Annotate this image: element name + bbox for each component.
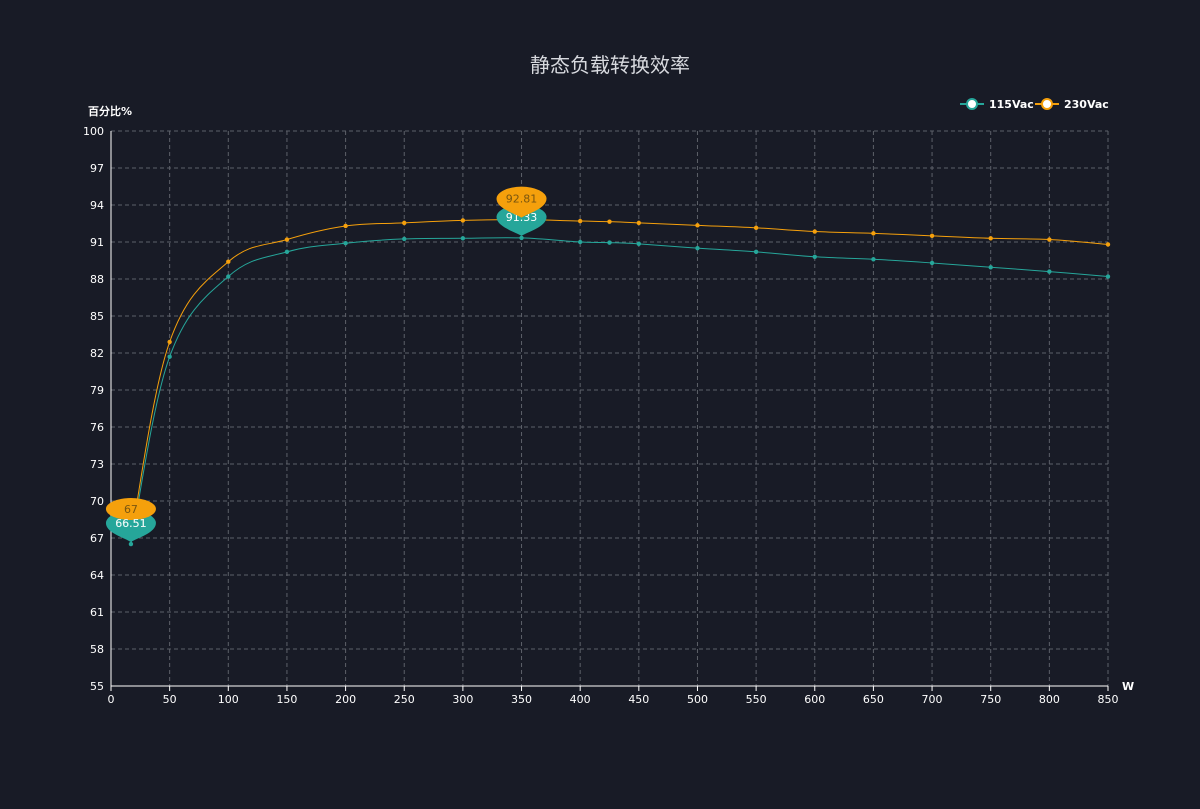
y-tick-label: 64: [90, 569, 104, 582]
legend-item-115Vac[interactable]: 115Vac: [960, 98, 1034, 111]
data-point[interactable]: [343, 223, 348, 229]
y-tick-label: 85: [90, 310, 104, 323]
x-tick-label: 450: [628, 693, 649, 706]
data-point[interactable]: [167, 339, 172, 345]
legend[interactable]: 115Vac 230Vac: [960, 98, 1109, 111]
x-tick-label: 750: [980, 693, 1001, 706]
x-tick-label: 300: [452, 693, 473, 706]
efficiency-chart: 静态负载转换效率 百分比% W 55 58 61 64 67 70 73 76 79 82 85 88…: [83, 53, 1134, 706]
y-tick-label: 76: [90, 421, 104, 434]
chart-title: 静态负载转换效率: [530, 53, 690, 77]
data-point[interactable]: [929, 260, 935, 266]
legend-swatch-marker: [966, 98, 978, 110]
data-point[interactable]: [226, 259, 231, 264]
data-point[interactable]: [753, 249, 759, 255]
series-line-230Vac: [130, 219, 1109, 539]
y-axis-label: 百分比%: [88, 104, 132, 118]
y-tick-label: 67: [90, 532, 104, 545]
x-tick-label: 500: [687, 693, 708, 706]
axes: 55 58 61 64 67 70 73 76 79 82 85 88 91 94 97 100 0 50 100 1…: [83, 125, 1119, 706]
extrema-pin-label: 66.51: [115, 517, 147, 530]
x-tick-label: 700: [922, 693, 943, 706]
data-point[interactable]: [929, 233, 935, 239]
data-point[interactable]: [577, 218, 583, 224]
data-point[interactable]: [812, 229, 817, 234]
series-lines: [128, 217, 1111, 547]
data-point[interactable]: [607, 240, 612, 245]
data-point[interactable]: [167, 354, 172, 359]
data-point[interactable]: [226, 274, 231, 279]
data-point[interactable]: [607, 219, 612, 224]
x-tick-label: 800: [1039, 693, 1060, 706]
data-point[interactable]: [871, 257, 876, 262]
data-point[interactable]: [695, 245, 700, 251]
data-point[interactable]: [871, 231, 876, 236]
x-tick-label: 850: [1098, 693, 1119, 706]
data-point[interactable]: [1105, 242, 1111, 247]
data-point[interactable]: [460, 236, 466, 241]
y-tick-label: 94: [90, 199, 104, 212]
data-point[interactable]: [402, 220, 407, 226]
x-tick-label: 0: [108, 693, 115, 706]
data-point[interactable]: [1105, 274, 1111, 279]
data-point[interactable]: [636, 241, 642, 247]
legend-item-230Vac[interactable]: 230Vac: [1035, 98, 1109, 111]
x-tick-label: 200: [335, 693, 356, 706]
data-point[interactable]: [460, 218, 466, 223]
x-tick-label: 250: [394, 693, 415, 706]
data-point[interactable]: [988, 236, 993, 241]
x-tick-label: 150: [276, 693, 297, 706]
series-line-115Vac: [130, 237, 1109, 545]
data-point[interactable]: [988, 265, 993, 270]
x-tick-label: 350: [511, 693, 532, 706]
y-tick-label: 55: [90, 680, 104, 693]
y-tick-label: 97: [90, 162, 104, 175]
y-tick-label: 70: [90, 495, 104, 508]
x-tick-label: 100: [218, 693, 239, 706]
data-point[interactable]: [284, 237, 290, 242]
x-tick-label: 650: [863, 693, 884, 706]
data-point[interactable]: [753, 225, 759, 231]
data-point[interactable]: [1047, 237, 1052, 242]
y-tick-label: 91: [90, 236, 104, 249]
data-point[interactable]: [812, 254, 817, 259]
legend-label: 115Vac: [989, 98, 1034, 111]
x-axis-label: W: [1122, 680, 1134, 693]
y-tick-label: 61: [90, 606, 104, 619]
legend-label: 230Vac: [1064, 98, 1109, 111]
data-point[interactable]: [636, 220, 642, 226]
y-tick-label: 82: [90, 347, 104, 360]
y-tick-label: 100: [83, 125, 104, 138]
data-point[interactable]: [402, 236, 407, 242]
y-tick-label: 79: [90, 384, 104, 397]
data-point[interactable]: [577, 239, 583, 245]
legend-swatch-marker: [1041, 98, 1053, 110]
y-tick-label: 58: [90, 643, 104, 656]
data-point[interactable]: [519, 235, 524, 241]
x-tick-label: 550: [746, 693, 767, 706]
extrema-pin-label: 67: [124, 503, 138, 516]
data-point[interactable]: [128, 541, 134, 547]
data-point[interactable]: [695, 223, 700, 228]
extrema-markers: 91.3366.5192.816766.51: [105, 186, 547, 543]
data-point[interactable]: [284, 249, 290, 255]
x-tick-label: 50: [163, 693, 177, 706]
data-point[interactable]: [343, 241, 348, 246]
y-tick-label: 73: [90, 458, 104, 471]
data-point[interactable]: [1047, 269, 1052, 274]
grid-lines: [111, 130, 1109, 686]
y-tick-label: 88: [90, 273, 104, 286]
x-tick-label: 600: [804, 693, 825, 706]
x-tick-label: 400: [570, 693, 591, 706]
extrema-pin-label: 92.81: [506, 193, 538, 206]
